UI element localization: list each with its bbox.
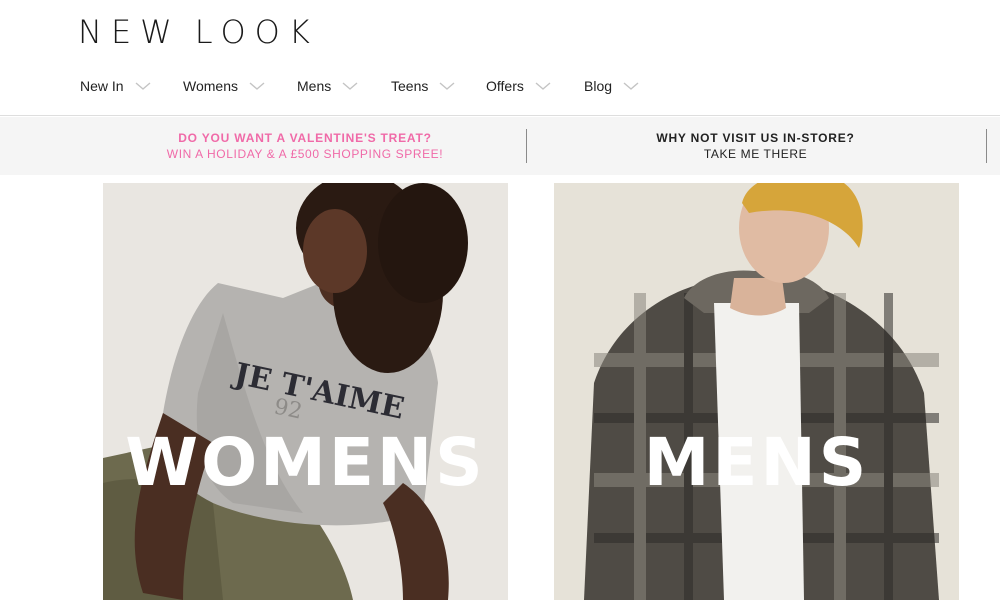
- nav-item-label: Blog: [584, 78, 613, 94]
- womens-model-image: JE T'AIME 92: [103, 183, 508, 600]
- chevron-down-icon: [249, 81, 265, 91]
- nav-item-label: Mens: [297, 78, 332, 94]
- womens-category-label: WOMENS: [125, 424, 486, 501]
- nav-item-blog[interactable]: Blog: [584, 76, 654, 96]
- mens-model-image: [554, 183, 959, 600]
- new-look-logo[interactable]: NEW LOOK: [78, 14, 319, 50]
- nav-item-mens[interactable]: Mens: [297, 76, 391, 96]
- site-header: NEW LOOK New In Womens Mens Teens Offers …: [0, 0, 1000, 116]
- chevron-down-icon: [623, 81, 639, 91]
- chevron-down-icon: [135, 81, 151, 91]
- mens-category-tile[interactable]: MENS: [554, 183, 959, 600]
- nav-item-new-in[interactable]: New In: [80, 76, 183, 96]
- valentines-promo-subtitle: WIN A HOLIDAY & A £500 SHOPPING SPREE!: [166, 147, 444, 161]
- nav-item-label: Offers: [486, 78, 524, 94]
- promo-banner: DO YOU WANT A VALENTINE'S TREAT? WIN A H…: [0, 117, 1000, 175]
- main-navigation: New In Womens Mens Teens Offers Blog: [80, 76, 654, 96]
- nav-item-teens[interactable]: Teens: [391, 76, 486, 96]
- valentines-promo-title: DO YOU WANT A VALENTINE'S TREAT?: [178, 131, 432, 145]
- nav-item-womens[interactable]: Womens: [183, 76, 297, 96]
- womens-category-tile[interactable]: JE T'AIME 92 WOMENS: [103, 183, 508, 600]
- nav-item-offers[interactable]: Offers: [486, 76, 584, 96]
- logo-word-new: NEW: [78, 13, 181, 51]
- visit-store-promo-title: WHY NOT VISIT US IN-STORE?: [656, 131, 855, 145]
- promo-divider: [986, 129, 987, 163]
- mens-category-label: MENS: [643, 424, 870, 501]
- visit-store-promo-subtitle: TAKE ME THERE: [703, 147, 808, 161]
- nav-item-label: Womens: [183, 78, 238, 94]
- promo-divider: [526, 129, 527, 163]
- nav-item-label: Teens: [391, 78, 429, 94]
- chevron-down-icon: [439, 81, 455, 91]
- visit-store-promo-link[interactable]: WHY NOT VISIT US IN-STORE? TAKE ME THERE: [528, 117, 983, 175]
- chevron-down-icon: [535, 81, 551, 91]
- valentines-promo-link[interactable]: DO YOU WANT A VALENTINE'S TREAT? WIN A H…: [85, 117, 525, 175]
- nav-item-label: New In: [80, 78, 124, 94]
- chevron-down-icon: [342, 81, 358, 91]
- logo-word-look: LOOK: [194, 13, 319, 51]
